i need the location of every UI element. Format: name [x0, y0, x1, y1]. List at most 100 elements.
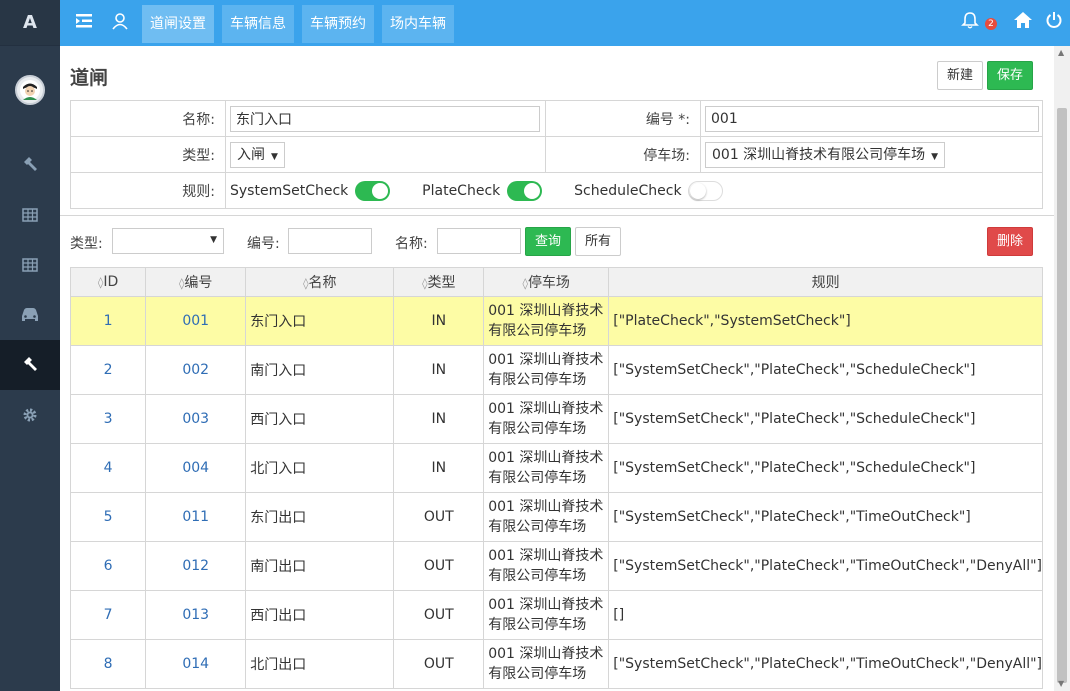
cell-name: 北门入口	[245, 443, 395, 493]
user-avatar-icon	[20, 80, 40, 100]
table-row[interactable]: 8 014 北门出口 OUT 001 深圳山脊技术 有限公司停车场 ["Syste…	[69, 639, 1043, 689]
table-row[interactable]: 7 013 西门出口 OUT 001 深圳山脊技术 有限公司停车场 []	[69, 590, 1043, 640]
sidebar-item-table-1[interactable]	[0, 190, 60, 240]
cell-name: 南门出口	[245, 541, 395, 591]
cell-code: 003	[145, 394, 247, 444]
cell-type: OUT	[393, 492, 485, 542]
cell-code: 001	[145, 296, 247, 346]
power-icon[interactable]	[1045, 11, 1063, 33]
cell-id: 1	[69, 296, 147, 346]
cell-lot: 001 深圳山脊技术 有限公司停车场	[483, 345, 610, 395]
sidebar: A	[0, 0, 60, 691]
name-input[interactable]	[230, 105, 540, 132]
type-label: 类型:	[70, 136, 226, 173]
chevron-down-icon: ▼	[210, 235, 217, 245]
filter-name-label: 名称:	[395, 236, 428, 252]
lot-select[interactable]: 001 深圳山脊技术有限公司停车场 ▼	[705, 141, 946, 168]
table-row[interactable]: 5 011 东门出口 OUT 001 深圳山脊技术 有限公司停车场 ["Syste…	[69, 492, 1043, 542]
app-logo[interactable]: A	[0, 0, 60, 46]
cell-id: 3	[69, 394, 147, 444]
table-row[interactable]: 4 004 北门入口 IN 001 深圳山脊技术 有限公司停车场 ["System…	[69, 443, 1043, 493]
cell-rules: ["PlateCheck","SystemSetCheck"]	[608, 296, 1043, 346]
cell-id: 2	[69, 345, 147, 395]
type-select[interactable]: 入闸 ▼	[230, 141, 285, 168]
cell-code: 011	[145, 492, 247, 542]
scroll-down-arrow-icon[interactable]: ▼	[1058, 679, 1064, 688]
sidebar-item-vehicle[interactable]	[0, 290, 60, 340]
car-icon	[22, 308, 38, 321]
sidebar-item-gate-active[interactable]	[0, 340, 60, 390]
cell-rules: []	[608, 590, 1043, 640]
cell-type: OUT	[393, 639, 485, 689]
query-button[interactable]: 查询	[525, 227, 571, 256]
scrollbar-thumb[interactable]	[1057, 108, 1067, 683]
bell-icon[interactable]	[961, 11, 979, 33]
gate-table: ◊ID ◊编号 ◊名称 ◊类型 ◊停车场 规则 1 001 东门入口 IN 00…	[69, 267, 1043, 689]
type-select-value: 入闸	[237, 146, 265, 163]
cell-name: 南门入口	[245, 345, 395, 395]
table-row[interactable]: 2 002 南门入口 IN 001 深圳山脊技术 有限公司停车场 ["System…	[69, 345, 1043, 395]
tab-vehicle-reservation[interactable]: 车辆预约	[302, 5, 374, 43]
home-icon[interactable]	[1013, 11, 1033, 33]
chevron-down-icon: ▼	[271, 151, 278, 162]
filter-code-input[interactable]	[288, 228, 372, 254]
filter-name-input[interactable]	[437, 228, 521, 254]
table-icon	[22, 258, 38, 272]
menu-toggle-icon[interactable]	[75, 12, 93, 34]
column-header-name[interactable]: ◊名称	[245, 267, 395, 297]
vertical-scrollbar[interactable]: ▲ ▼	[1054, 46, 1070, 691]
column-header-id[interactable]: ◊ID	[69, 267, 147, 297]
notification-badge: 2	[985, 18, 997, 30]
cell-name: 东门出口	[245, 492, 395, 542]
cell-lot: 001 深圳山脊技术 有限公司停车场	[483, 443, 610, 493]
table-row[interactable]: 3 003 西门入口 IN 001 深圳山脊技术 有限公司停车场 ["System…	[69, 394, 1043, 444]
hammer-icon	[24, 357, 37, 371]
cell-rules: ["SystemSetCheck","PlateCheck","TimeOutC…	[608, 541, 1043, 591]
cell-lot: 001 深圳山脊技术 有限公司停车场	[483, 590, 610, 640]
cell-rules: ["SystemSetCheck","PlateCheck","Schedule…	[608, 394, 1043, 444]
cell-rules: ["SystemSetCheck","PlateCheck","Schedule…	[608, 443, 1043, 493]
cell-code: 013	[145, 590, 247, 640]
sidebar-item-settings[interactable]	[0, 390, 60, 440]
cell-type: OUT	[393, 541, 485, 591]
cell-id: 7	[69, 590, 147, 640]
cell-lot: 001 深圳山脊技术 有限公司停车场	[483, 492, 610, 542]
cell-rules: ["SystemSetCheck","PlateCheck","Schedule…	[608, 345, 1043, 395]
page-title: 道闸	[70, 67, 109, 89]
avatar[interactable]	[15, 75, 45, 105]
scroll-up-arrow-icon[interactable]: ▲	[1058, 48, 1064, 57]
tab-gate-settings[interactable]: 道闸设置	[142, 5, 214, 43]
gear-icon	[23, 408, 37, 422]
show-all-button[interactable]: 所有	[575, 227, 621, 256]
user-icon[interactable]	[111, 12, 129, 34]
rule-system-set-check-toggle[interactable]	[354, 180, 390, 201]
cell-lot: 001 深圳山脊技术 有限公司停车场	[483, 394, 610, 444]
main-content: 道闸 新建 保存 名称: 编号 *: 类型: 入闸 ▼ 停车场: 001 深圳山脊…	[60, 46, 1054, 691]
cell-type: OUT	[393, 590, 485, 640]
column-header-lot[interactable]: ◊停车场	[483, 267, 610, 297]
cell-code: 014	[145, 639, 247, 689]
tab-vehicle-info[interactable]: 车辆信息	[222, 5, 294, 43]
column-header-type[interactable]: ◊类型	[393, 267, 485, 297]
rule-schedule-check-toggle[interactable]	[688, 180, 724, 201]
sidebar-item-gate[interactable]	[0, 140, 60, 190]
rules-label: 规则:	[70, 172, 226, 209]
column-header-code[interactable]: ◊编号	[145, 267, 247, 297]
rule-plate-check-toggle[interactable]	[506, 180, 542, 201]
save-button[interactable]: 保存	[987, 61, 1033, 90]
filter-type-select[interactable]: ▼	[112, 228, 224, 254]
gate-form: 名称: 编号 *: 类型: 入闸 ▼ 停车场: 001 深圳山脊技术有限公司停车场…	[70, 100, 1043, 209]
cell-type: IN	[393, 394, 485, 444]
table-row[interactable]: 6 012 南门出口 OUT 001 深圳山脊技术 有限公司停车场 ["Syste…	[69, 541, 1043, 591]
cell-code: 002	[145, 345, 247, 395]
cell-name: 西门出口	[245, 590, 395, 640]
new-button[interactable]: 新建	[937, 61, 983, 90]
tab-vehicles-in-lot[interactable]: 场内车辆	[382, 5, 454, 43]
sidebar-item-table-2[interactable]	[0, 240, 60, 290]
table-row[interactable]: 1 001 东门入口 IN 001 深圳山脊技术 有限公司停车场 ["PlateC…	[69, 296, 1043, 346]
code-input[interactable]	[705, 105, 1039, 132]
section-divider	[60, 215, 1054, 216]
delete-button[interactable]: 删除	[987, 227, 1033, 256]
rule-system-set-check-label: SystemSetCheck	[230, 182, 349, 199]
cell-name: 北门出口	[245, 639, 395, 689]
